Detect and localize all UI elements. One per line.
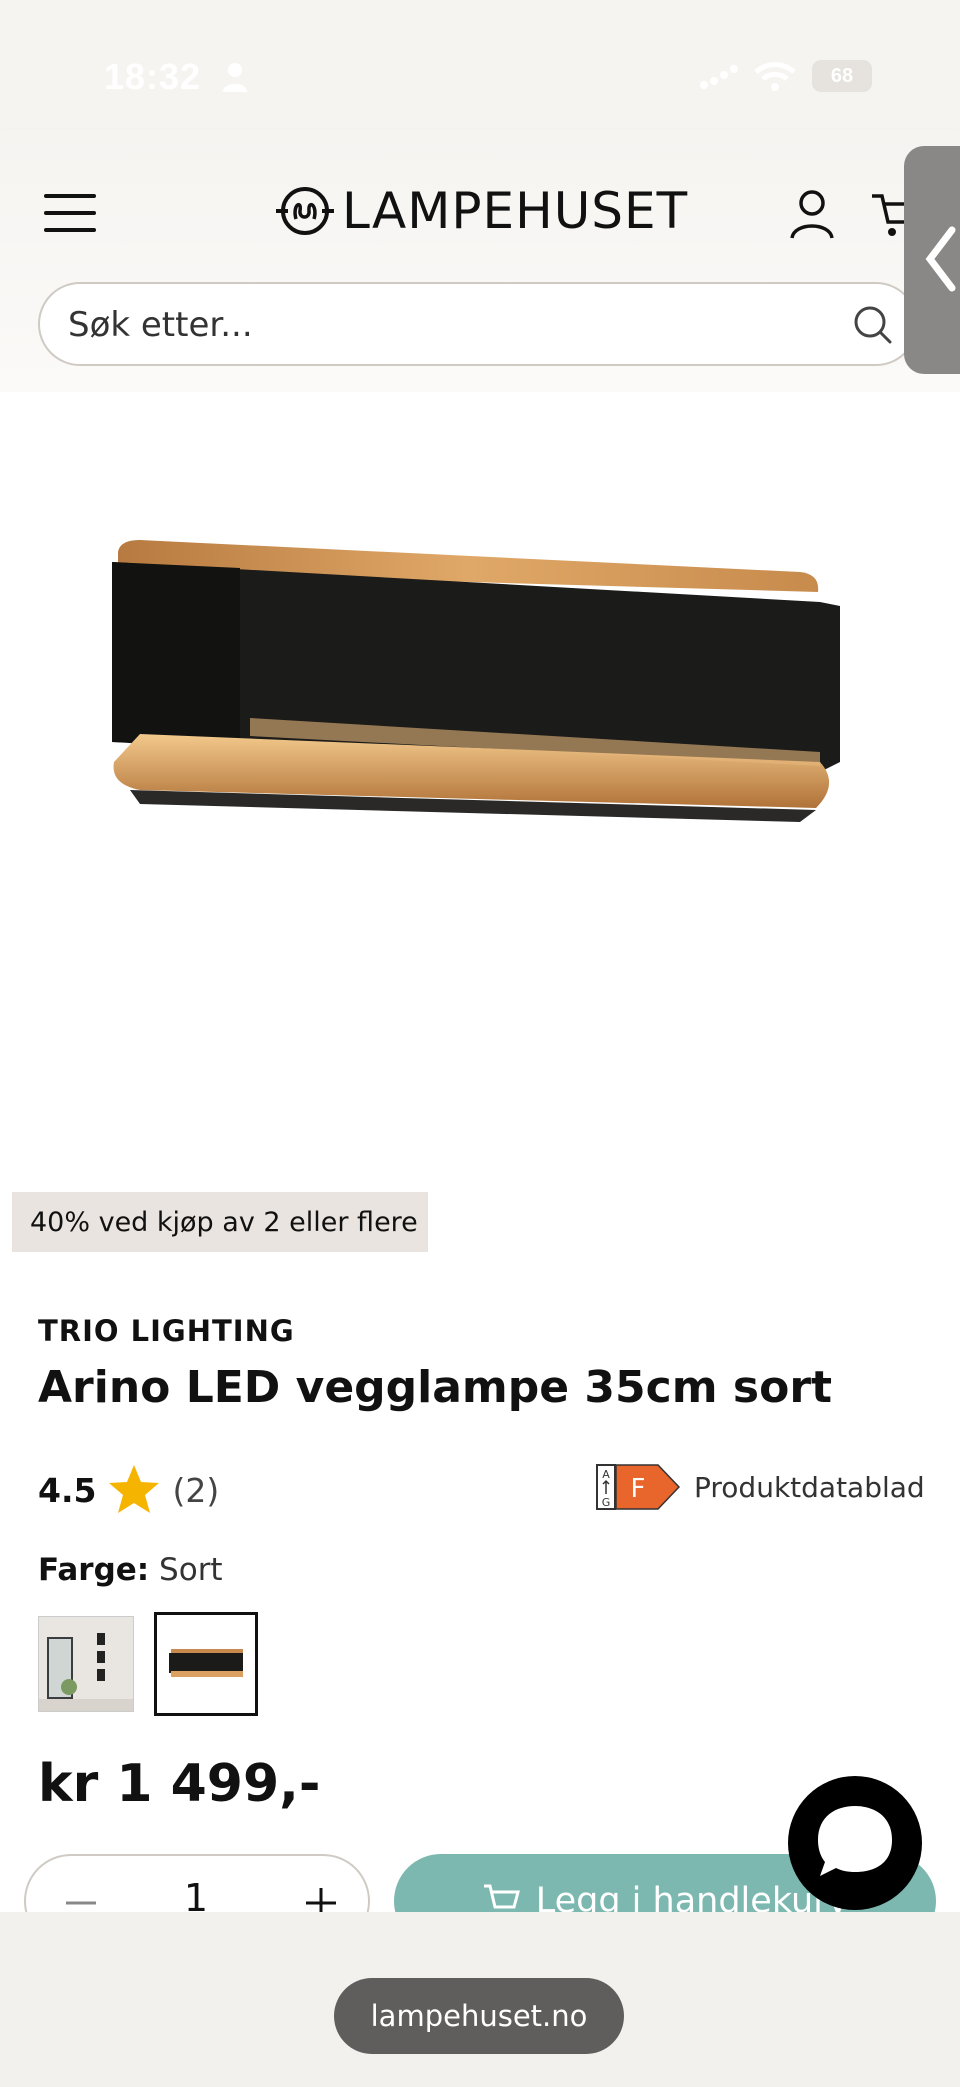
brand-name[interactable]: TRIO LIGHTING — [38, 1314, 295, 1348]
rating-value: 4.5 — [38, 1470, 97, 1510]
chat-button[interactable] — [788, 1776, 922, 1910]
status-time: 18:32 — [104, 56, 202, 97]
energy-label-link[interactable]: A G F Produktdatablad — [596, 1464, 925, 1510]
color-label-key: Farge: — [38, 1552, 150, 1588]
star-icon — [109, 1465, 160, 1513]
color-label: Farge: Sort — [38, 1552, 223, 1588]
status-bar: 18:32 68 — [0, 0, 960, 130]
color-swatches — [38, 1612, 258, 1716]
swatch-room-image[interactable] — [38, 1616, 134, 1712]
url-bar[interactable]: lampehuset.no — [334, 1978, 624, 2054]
product-image[interactable] — [0, 392, 960, 1192]
search-icon[interactable] — [850, 302, 896, 348]
menu-icon[interactable] — [44, 190, 96, 236]
energy-scale-bottom: G — [602, 1496, 611, 1509]
battery-indicator: 68 — [812, 60, 872, 92]
user-icon[interactable] — [786, 188, 838, 240]
logo-text: LAMPEHUSET — [342, 182, 689, 240]
site-logo[interactable]: LAMPEHUSET — [274, 182, 688, 240]
energy-class: F — [631, 1474, 646, 1504]
wifi-icon — [754, 62, 796, 91]
chat-bubble-icon — [818, 1806, 892, 1876]
datasheet-link[interactable]: Produktdatablad — [694, 1471, 925, 1504]
status-icons: 68 — [698, 60, 872, 92]
signal-icon — [700, 65, 738, 89]
browser-bottom-bar: lampehuset.no — [0, 1912, 960, 2087]
swatch-black-selected[interactable] — [154, 1612, 258, 1716]
chevron-left-icon — [925, 226, 956, 292]
search-box — [38, 282, 918, 366]
search-input[interactable] — [68, 298, 828, 352]
energy-class-icon: A G F — [596, 1464, 680, 1510]
rating-count: (2) — [172, 1470, 220, 1510]
lamp-thumbnail — [157, 1615, 255, 1713]
lamp-image — [112, 540, 840, 822]
site-header: LAMPEHUSET — [0, 130, 960, 392]
product-title: Arino LED vegglampe 35cm sort — [38, 1362, 833, 1413]
side-panel-tab[interactable] — [904, 146, 960, 374]
logo-bulb-icon — [276, 187, 334, 235]
promo-badge: 40% ved kjøp av 2 eller flere — [12, 1192, 428, 1252]
energy-scale-top: A — [602, 1468, 610, 1481]
room-thumbnail — [39, 1617, 133, 1711]
person-icon — [223, 63, 247, 92]
product-price: kr 1 499,- — [38, 1754, 321, 1814]
product-rating[interactable]: 4.5 (2) — [38, 1462, 219, 1518]
color-value: Sort — [159, 1552, 223, 1588]
